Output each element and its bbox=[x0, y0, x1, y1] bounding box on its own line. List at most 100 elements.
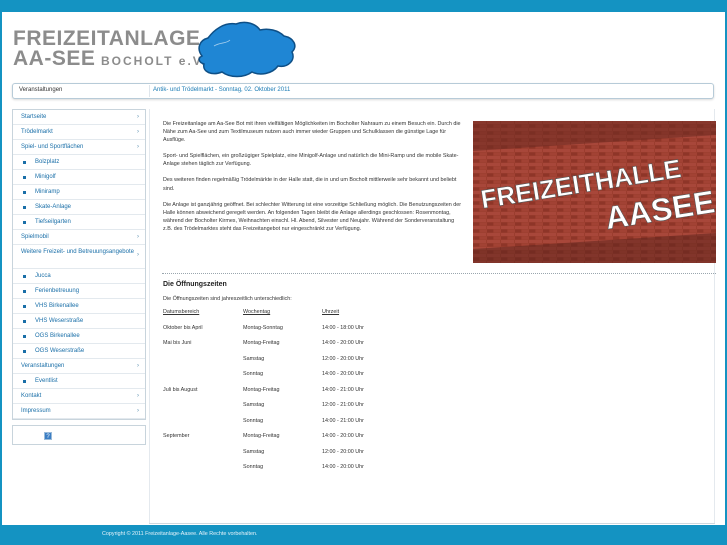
hours-cell: 14:00 - 20:00 Uhr bbox=[322, 433, 364, 439]
sidebar-item-label: VHS Weserstraße bbox=[35, 318, 84, 324]
sidebar-widget: ? bbox=[12, 425, 146, 445]
sidebar-item-label: OGS Birkenallee bbox=[35, 333, 80, 339]
sidebar-item[interactable]: VHS Weserstraße bbox=[13, 314, 145, 329]
sidebar-item-label: Startseite bbox=[21, 114, 47, 120]
sidebar-item[interactable]: Trödelmarkt › bbox=[13, 125, 145, 140]
hours-header-cell: Uhrzeit bbox=[322, 309, 340, 315]
section-divider bbox=[162, 273, 716, 274]
intro-text: Die Freizeitanlage am Aa-See Bot mit ihr… bbox=[163, 120, 463, 241]
header: FREIZEITANLAGE AA-SEE BOCHOLT e.V. bbox=[2, 12, 725, 80]
sidebar-item-label: Miniramp bbox=[35, 189, 60, 195]
sidebar-item[interactable]: Ferienbetreuung bbox=[13, 284, 145, 299]
hours-cell: Montag-Freitag bbox=[243, 386, 280, 393]
chevron-right-icon: › bbox=[137, 408, 139, 414]
sidebar: Startseite › Trödelmarkt › Spiel- und Sportf… bbox=[12, 109, 146, 445]
help-icon[interactable]: ? bbox=[44, 432, 52, 440]
hours-cell: Samstag bbox=[243, 402, 265, 408]
bullet-icon bbox=[23, 206, 26, 209]
sidebar-item[interactable]: Jucca bbox=[13, 269, 145, 284]
sidebar-item-label: Ferienbetreuung bbox=[35, 288, 80, 294]
logo-title-line2[interactable]: AA-SEE bbox=[13, 48, 95, 70]
breadcrumb: Veranstaltungen Antik- und Trödelmarkt -… bbox=[12, 83, 714, 99]
sidebar-item-label: OGS Weserstraße bbox=[35, 348, 85, 354]
sidebar-item[interactable]: OGS Birkenallee bbox=[13, 329, 145, 344]
hours-cell: Sonntag bbox=[243, 464, 264, 470]
chevron-right-icon: › bbox=[137, 129, 139, 135]
sidebar-item[interactable]: Kontakt › bbox=[13, 389, 145, 404]
top-bar bbox=[0, 0, 727, 12]
sidebar-item-label: Jucca bbox=[35, 273, 51, 279]
bullet-icon bbox=[23, 290, 26, 293]
sidebar-nav: Startseite › Trödelmarkt › Spiel- und Sportf… bbox=[12, 109, 146, 420]
intro-paragraph: Sport- und Spielflächen, ein großzügiger… bbox=[163, 153, 459, 168]
sidebar-item[interactable]: Skate-Anlage bbox=[13, 200, 145, 215]
hours-cell: 14:00 - 20:00 Uhr bbox=[322, 371, 364, 377]
sidebar-item-label: Skate-Anlage bbox=[35, 204, 72, 210]
hours-cell: 14:00 - 21:00 Uhr bbox=[322, 386, 364, 393]
sidebar-item-label: Minigolf bbox=[35, 174, 56, 180]
sidebar-item-label: Eventlist bbox=[35, 378, 58, 384]
sidebar-item[interactable]: Impressum › bbox=[13, 404, 145, 419]
sidebar-item[interactable]: Weitere Freizeit- und Betreuungsangebote… bbox=[13, 245, 145, 269]
sidebar-item[interactable]: Eventlist bbox=[13, 374, 145, 389]
sidebar-item-label: Impressum bbox=[21, 408, 51, 414]
sidebar-item[interactable]: VHS Birkenallee bbox=[13, 299, 145, 314]
bullet-icon bbox=[23, 275, 26, 278]
sidebar-item[interactable]: OGS Weserstraße bbox=[13, 344, 145, 359]
sidebar-item[interactable]: Miniramp bbox=[13, 185, 145, 200]
hours-cell: Oktober bis April bbox=[163, 324, 203, 331]
hours-cell: Samstag bbox=[243, 355, 265, 362]
sidebar-item[interactable]: Veranstaltungen › bbox=[13, 359, 145, 374]
breadcrumb-section[interactable]: Veranstaltungen bbox=[19, 87, 62, 93]
hours-cell: 14:00 - 21:00 Uhr bbox=[322, 417, 364, 424]
hours-cell: Montag-Sonntag bbox=[243, 324, 283, 331]
sidebar-item[interactable]: Tiefseilgarten bbox=[13, 215, 145, 230]
sidebar-item[interactable]: Startseite › bbox=[13, 110, 145, 125]
hours-cell: September bbox=[163, 433, 190, 439]
sidebar-item[interactable]: Minigolf bbox=[13, 170, 145, 185]
intro-paragraph: Des weiteren finden regelmäßig Trödelmär… bbox=[163, 177, 457, 192]
hours-cell: 14:00 - 20:00 Uhr bbox=[322, 464, 364, 470]
hours-cell: Montag-Freitag bbox=[243, 340, 280, 346]
hours-cell: Samstag bbox=[243, 448, 265, 455]
hours-cell: 12:00 - 21:00 Uhr bbox=[322, 402, 364, 408]
chevron-right-icon: › bbox=[137, 144, 139, 150]
copyright-text: Copyright © 2011 Freizeitanlage-Aasee. A… bbox=[102, 531, 258, 537]
footer-divider bbox=[149, 523, 715, 524]
hours-cell: Sonntag bbox=[243, 417, 264, 424]
hours-cell: 12:00 - 20:00 Uhr bbox=[322, 355, 364, 362]
bullet-icon bbox=[23, 221, 26, 224]
footer: Copyright © 2011 Freizeitanlage-Aasee. A… bbox=[0, 525, 727, 545]
lake-logo-icon[interactable] bbox=[194, 18, 300, 80]
logo-subtitle: BOCHOLT e.V. bbox=[101, 54, 208, 68]
chevron-right-icon: › bbox=[137, 393, 139, 399]
bullet-icon bbox=[23, 350, 26, 353]
intro-paragraph: Die Freizeitanlage am Aa-See Bot mit ihr… bbox=[163, 121, 461, 144]
sidebar-item-label: Spiel- und Sportflächen bbox=[21, 144, 84, 150]
breadcrumb-current[interactable]: Antik- und Trödelmarkt - Sonntag, 02. Ok… bbox=[149, 85, 290, 97]
hours-header-cell: Wochentag bbox=[243, 309, 271, 315]
main-content: Die Freizeitanlage am Aa-See Bot mit ihr… bbox=[149, 109, 716, 523]
intro-paragraph: Die Anlage ist ganzjährig geöffnet. Bei … bbox=[163, 201, 462, 232]
bullet-icon bbox=[23, 191, 26, 194]
hours-cell: Sonntag bbox=[243, 371, 264, 377]
chevron-right-icon: › bbox=[137, 363, 139, 369]
page: FREIZEITANLAGE AA-SEE BOCHOLT e.V. Veran… bbox=[2, 12, 725, 525]
hours-subtitle: Die Öffnungszeiten sind jahreszeitlich u… bbox=[163, 296, 292, 302]
bullet-icon bbox=[23, 320, 26, 323]
sidebar-item[interactable]: Bolzplatz bbox=[13, 155, 145, 170]
sidebar-item-label: VHS Birkenallee bbox=[35, 303, 79, 309]
sidebar-item[interactable]: Spiel- und Sportflächen › bbox=[13, 140, 145, 155]
sidebar-item[interactable]: Spielmobil › bbox=[13, 230, 145, 245]
hours-header-cell: Datumsbereich bbox=[163, 309, 200, 315]
building-photo: FREIZEITHALLE AASEE bbox=[473, 121, 716, 263]
sidebar-item-label: Weitere Freizeit- und Betreuungsangebote bbox=[21, 249, 134, 255]
hours-cell: Montag-Freitag bbox=[243, 433, 280, 439]
hours-cell: 12:00 - 20:00 Uhr bbox=[322, 448, 364, 455]
sidebar-item-label: Trödelmarkt bbox=[21, 129, 53, 135]
hours-cell: Mai bis Juni bbox=[163, 340, 192, 346]
chevron-right-icon: › bbox=[137, 234, 139, 240]
hours-cell: 14:00 - 18:00 Uhr bbox=[322, 324, 364, 331]
hours-cell: Juli bis August bbox=[163, 386, 198, 393]
hours-title: Die Öffnungszeiten bbox=[163, 281, 227, 288]
